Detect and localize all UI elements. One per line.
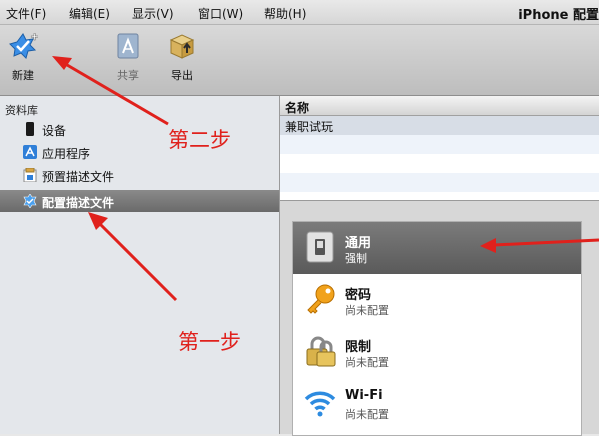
sidebar-item-label: 设备 [42, 124, 67, 138]
table-row-empty [280, 173, 599, 192]
table-row[interactable]: 兼职试玩 [280, 116, 599, 135]
export-label: 导出 [171, 69, 193, 82]
payload-restrictions[interactable]: 限制 尚未配置 [293, 326, 581, 378]
app-title: iPhone 配置 [518, 8, 599, 23]
sidebar-item-label: 配置描述文件 [42, 196, 115, 210]
sidebar-item-label: 预置描述文件 [42, 170, 115, 184]
export-box-icon [169, 34, 195, 59]
menu-view[interactable]: 显示(V) [132, 5, 174, 22]
column-name-header[interactable]: 名称 [285, 99, 309, 116]
menu-file[interactable]: 文件(F) [6, 5, 46, 22]
payload-title: 限制 [345, 340, 372, 355]
table-header: 名称 [280, 96, 599, 116]
annotation-step1: 第一步 [178, 330, 241, 354]
provisioning-profile-icon [23, 168, 37, 182]
library-header: 资料库 [5, 104, 38, 117]
payload-title: 通用 [345, 236, 372, 251]
wifi-icon [304, 391, 336, 417]
profile-editor: 通用 强制 密码 尚未配置 限制 尚未配置 Wi-Fi 尚未配置 [280, 201, 599, 436]
general-switch-icon [306, 231, 334, 263]
share-label: 共享 [117, 69, 139, 82]
payload-status: 强制 [345, 252, 367, 265]
table-row-empty [280, 154, 599, 173]
share-button[interactable]: 共享 [105, 31, 151, 83]
payload-status: 尚未配置 [345, 356, 389, 369]
payload-passcode[interactable]: 密码 尚未配置 [293, 274, 581, 326]
payload-list: 通用 强制 密码 尚未配置 限制 尚未配置 Wi-Fi 尚未配置 [292, 221, 582, 436]
share-icon [117, 33, 139, 59]
sidebar-item-apps[interactable]: 应用程序 [0, 141, 279, 163]
table-row-empty [280, 135, 599, 154]
device-icon [26, 122, 34, 136]
payload-title: 密码 [345, 288, 372, 303]
toolbar: + 新建 共享 导出 [0, 25, 599, 96]
sidebar: 资料库 设备 应用程序 预置描述文件 配置描述文件 [0, 96, 280, 434]
new-button[interactable]: + 新建 [0, 30, 46, 83]
payload-status: 尚未配置 [345, 304, 389, 317]
new-label: 新建 [12, 69, 34, 82]
app-store-icon [23, 145, 37, 159]
payload-general[interactable]: 通用 强制 [293, 222, 581, 274]
payload-wifi[interactable]: Wi-Fi 尚未配置 [293, 378, 581, 430]
menu-window[interactable]: 窗口(W) [198, 5, 243, 22]
profiles-table: 名称 兼职试玩 [280, 96, 599, 201]
menu-bar: 文件(F) 编辑(E) 显示(V) 窗口(W) 帮助(H) iPhone 配置 [0, 0, 599, 25]
menu-help[interactable]: 帮助(H) [264, 5, 306, 22]
sidebar-item-provisioning-profiles[interactable]: 预置描述文件 [0, 164, 279, 186]
menu-edit[interactable]: 编辑(E) [69, 5, 110, 22]
payload-title: Wi-Fi [345, 388, 383, 403]
key-icon [307, 284, 335, 314]
sidebar-item-label: 应用程序 [42, 147, 91, 161]
svg-text:+: + [30, 31, 38, 43]
new-profile-icon: + [9, 30, 39, 59]
sidebar-item-configuration-profiles[interactable]: 配置描述文件 [0, 190, 279, 212]
profile-name-cell: 兼职试玩 [285, 120, 334, 134]
configuration-profile-icon [23, 194, 37, 208]
padlock-icon [306, 336, 336, 367]
annotation-step2: 第二步 [168, 128, 231, 152]
payload-status: 尚未配置 [345, 408, 389, 421]
export-button[interactable]: 导出 [159, 31, 205, 83]
sidebar-item-devices[interactable]: 设备 [0, 118, 279, 140]
